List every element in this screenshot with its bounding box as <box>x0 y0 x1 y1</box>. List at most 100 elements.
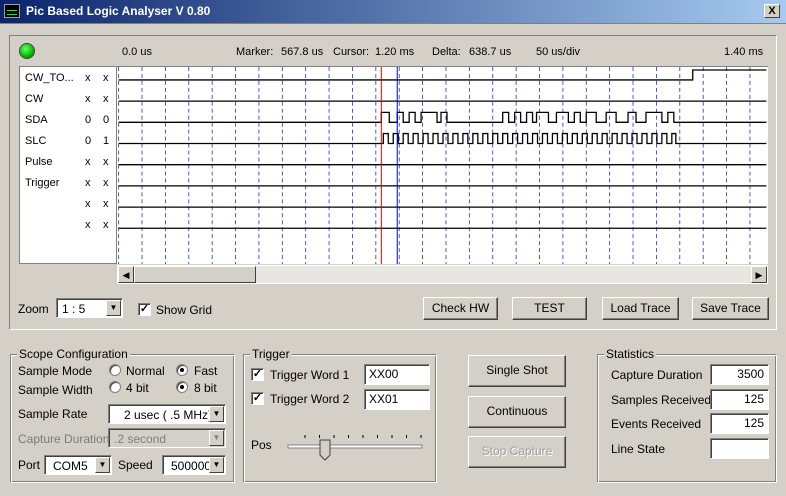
width-4bit-label: 4 bit <box>126 381 149 395</box>
channel-name[interactable]: SLC <box>25 135 46 147</box>
stat-capture-duration-value: 3500 <box>710 364 769 385</box>
trigger-pos-slider[interactable] <box>287 428 427 464</box>
trigger-word1-checkbox[interactable]: ✓ <box>251 368 264 381</box>
channel-trace <box>118 132 767 145</box>
cursor-label: Cursor: <box>333 46 370 58</box>
time-scale: 50 us/div <box>536 46 581 58</box>
chevron-down-icon[interactable]: ▼ <box>209 406 224 422</box>
channel-value-1: x <box>85 198 91 210</box>
channel-trace <box>118 69 767 81</box>
marker-label: Marker: <box>236 46 274 58</box>
channel-value-2: 1 <box>103 135 110 147</box>
marker-value: 567.8 us <box>281 46 324 58</box>
channel-name[interactable]: CW <box>25 93 43 105</box>
oscilloscope-icon <box>4 4 20 18</box>
channel-name[interactable]: Trigger <box>25 177 59 189</box>
trigger-pos-label: Pos <box>251 438 272 452</box>
channel-trace <box>118 111 767 123</box>
title-bar: Pic Based Logic Analyser V 0.80 X <box>0 0 786 24</box>
trigger-word2-input[interactable]: XX01 <box>364 389 430 410</box>
port-value: COM5 <box>53 459 88 473</box>
width-8bit-label: 8 bit <box>194 381 217 395</box>
trigger-title: Trigger <box>250 347 292 361</box>
mode-fast-label: Fast <box>194 364 218 378</box>
sample-width-label: Sample Width <box>18 383 93 397</box>
channel-value-2: x <box>103 198 109 210</box>
chevron-down-icon[interactable]: ▼ <box>209 430 224 446</box>
stop-capture-button[interactable]: Stop Capture <box>468 436 566 468</box>
channel-value-1: x <box>85 156 91 168</box>
channel-value-1: 0 <box>85 114 92 126</box>
save-trace-button[interactable]: Save Trace <box>692 297 769 320</box>
stat-samples-received-value: 125 <box>710 389 769 410</box>
port-select[interactable]: COM5 ▼ <box>44 455 112 475</box>
zoom-label: Zoom <box>18 302 49 316</box>
mode-normal-label: Normal <box>126 364 165 378</box>
start-time: 0.0 us <box>122 46 152 58</box>
show-grid-checkbox[interactable]: ✓ <box>138 303 151 316</box>
slider-thumb[interactable] <box>319 439 331 461</box>
load-trace-button[interactable]: Load Trace <box>602 297 679 320</box>
check-hw-button[interactable]: Check HW <box>423 297 498 320</box>
delta-value: 638.7 us <box>469 46 512 58</box>
scroll-thumb[interactable] <box>134 266 256 283</box>
continuous-button[interactable]: Continuous <box>468 396 566 428</box>
waveform-scrollbar[interactable]: ◀ ▶ <box>117 265 768 284</box>
channel-value-1: 0 <box>85 135 92 147</box>
channel-traces <box>118 69 767 229</box>
capture-duration-value: .2 second <box>114 432 167 446</box>
single-shot-button[interactable]: Single Shot <box>468 355 566 387</box>
sample-rate-select[interactable]: 2 usec ( .5 MHz) ▼ <box>108 404 226 424</box>
zoom-select[interactable]: 1 : 5 ▼ <box>56 298 123 318</box>
scope-configuration-title: Scope Configuration <box>17 347 130 361</box>
test-button[interactable]: TEST <box>512 297 587 320</box>
chevron-down-icon[interactable]: ▼ <box>95 457 110 473</box>
mode-fast-radio[interactable] <box>176 364 188 376</box>
channel-name[interactable]: Pulse <box>25 156 53 168</box>
channel-value-2: x <box>103 72 109 84</box>
channel-name[interactable]: CW_TO... <box>25 72 74 84</box>
channel-value-2: x <box>103 156 109 168</box>
scroll-left-icon[interactable]: ◀ <box>118 266 134 283</box>
width-4bit-radio[interactable] <box>109 381 121 393</box>
channel-value-1: x <box>85 93 91 105</box>
channel-value-1: x <box>85 177 91 189</box>
trigger-word1-input[interactable]: XX00 <box>364 364 430 385</box>
capture-duration-select[interactable]: .2 second ▼ <box>108 428 226 448</box>
channel-name[interactable]: SDA <box>25 114 48 126</box>
end-time: 1.40 ms <box>724 46 764 58</box>
channel-value-1: x <box>85 219 91 231</box>
scroll-right-icon[interactable]: ▶ <box>751 266 767 283</box>
channel-value-2: 0 <box>103 114 110 126</box>
stat-line-state-value <box>710 438 769 459</box>
speed-label: Speed <box>118 458 153 472</box>
mode-normal-radio[interactable] <box>109 364 121 376</box>
width-8bit-radio[interactable] <box>176 381 188 393</box>
sample-mode-label: Sample Mode <box>18 364 93 378</box>
close-button[interactable]: X <box>764 4 780 18</box>
trigger-word2-checkbox[interactable]: ✓ <box>251 392 264 405</box>
sample-rate-value: 2 usec ( .5 MHz) <box>124 408 213 422</box>
slider-ticks <box>304 435 422 438</box>
stat-capture-duration-label: Capture Duration <box>611 368 703 382</box>
chevron-down-icon[interactable]: ▼ <box>106 300 121 316</box>
stat-samples-received-label: Samples Received <box>611 393 712 407</box>
capture-duration-label: Capture Duration <box>18 432 110 446</box>
delta-label: Delta: <box>432 46 461 58</box>
grid-lines <box>118 67 751 264</box>
channel-value-2: x <box>103 93 109 105</box>
waveform-display[interactable] <box>117 66 768 264</box>
statistics-title: Statistics <box>604 347 657 361</box>
trigger-word1-label: Trigger Word 1 <box>270 368 350 382</box>
stat-events-received-value: 125 <box>710 413 769 434</box>
zoom-value: 1 : 5 <box>62 302 86 316</box>
window-title: Pic Based Logic Analyser V 0.80 <box>26 4 211 18</box>
channel-list[interactable]: CW_TO... x x CW x x SDA 0 0 SLC 0 1 Puls… <box>19 66 117 264</box>
chevron-down-icon[interactable]: ▼ <box>209 457 224 473</box>
speed-select[interactable]: 500000 ▼ <box>162 455 226 475</box>
stat-events-received-label: Events Received <box>611 417 702 431</box>
cursor-value: 1.20 ms <box>375 46 415 58</box>
port-label: Port <box>18 458 41 472</box>
trigger-word2-label: Trigger Word 2 <box>270 392 350 406</box>
sample-rate-label: Sample Rate <box>18 407 88 421</box>
